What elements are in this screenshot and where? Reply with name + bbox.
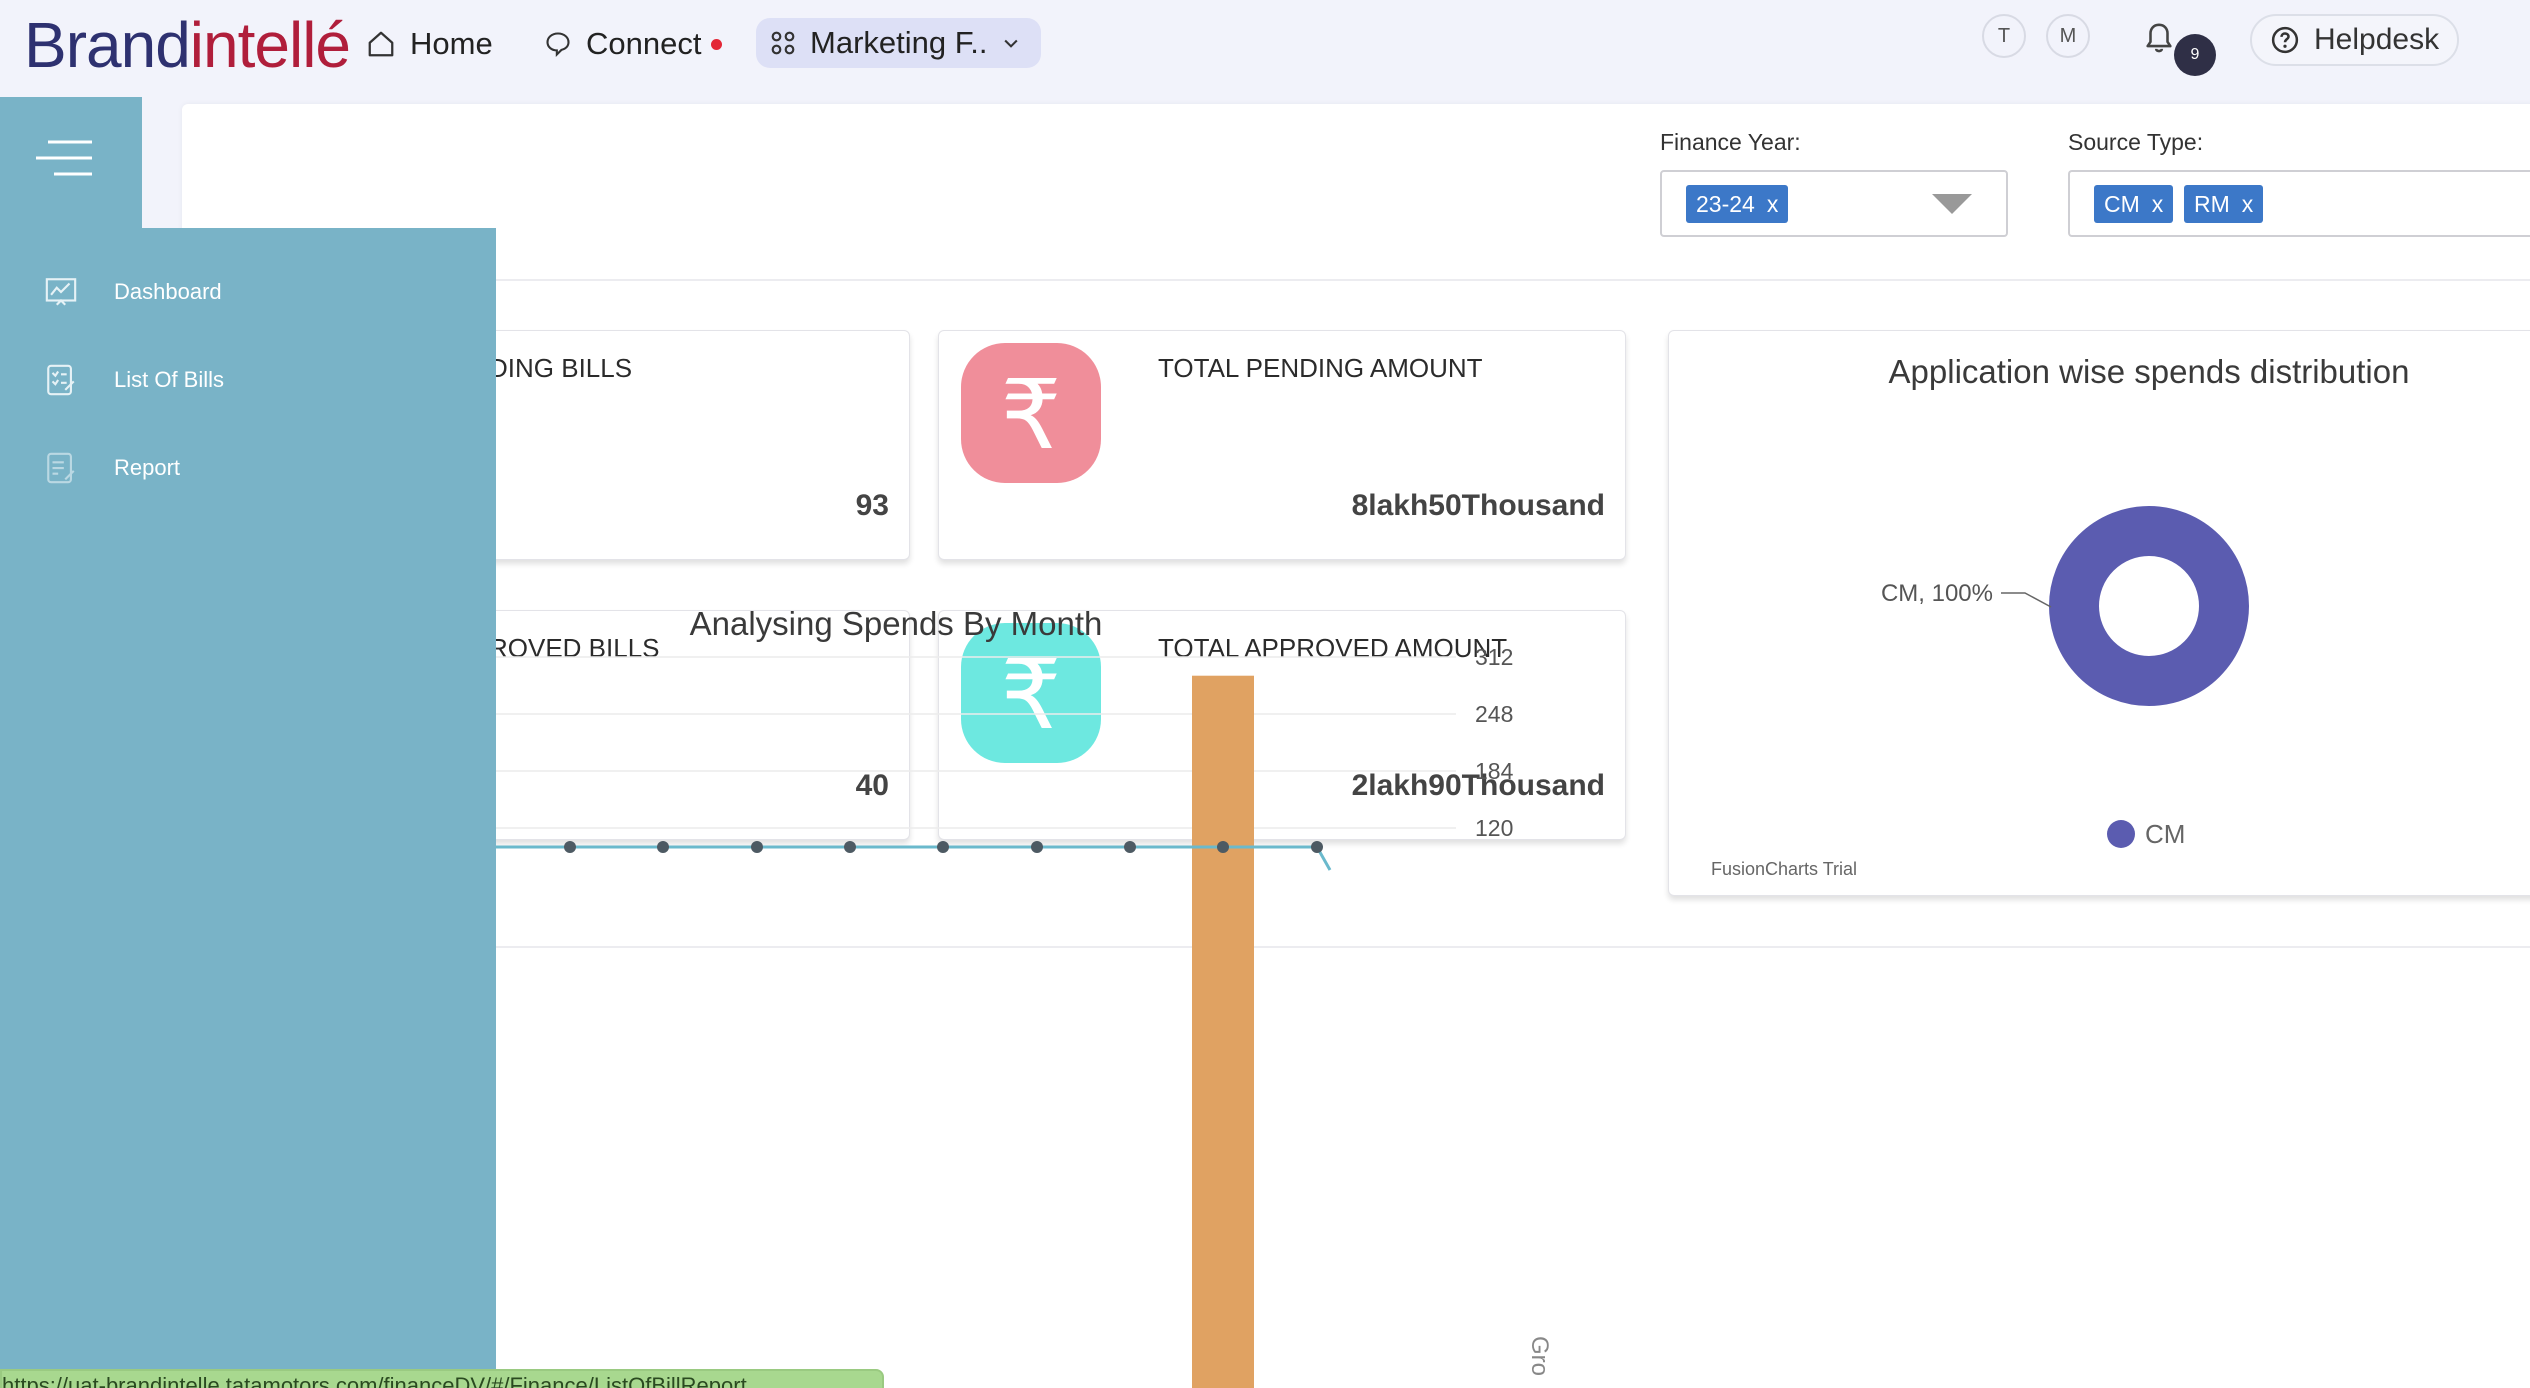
total-pending-title: TOTAL PENDING AMOUNT xyxy=(1158,353,1483,383)
chart-watermark: FusionCharts Trial xyxy=(1711,859,1857,879)
sidebar-toggle-button[interactable] xyxy=(0,97,142,229)
brand-logo-part2: intellé xyxy=(189,9,351,81)
approved-bills-title: ROVED BILLS xyxy=(489,633,660,663)
approved-bills-value: 40 xyxy=(855,769,889,802)
bill-list-icon xyxy=(47,364,75,396)
total-approved-title: TOTAL APPROVED AMOUNT xyxy=(1158,633,1508,663)
finance-year-tag-label: 23-24 xyxy=(1696,190,1755,217)
hamburger-menu-icon xyxy=(36,140,92,176)
connect-notification-dot xyxy=(711,38,723,50)
source-type-tag-label: RM xyxy=(2194,190,2230,217)
total-pending-amount-card[interactable]: ₹ TOTAL PENDING AMOUNT 8lakh50Thousand xyxy=(938,330,1626,560)
user-avatar-m[interactable]: M xyxy=(2046,14,2090,58)
pending-bills-value: 93 xyxy=(855,489,889,522)
source-type-select[interactable]: CM x RM x xyxy=(2068,170,2530,237)
finance-year-label: Finance Year: xyxy=(1660,129,1801,155)
question-circle-icon xyxy=(2271,26,2299,54)
finance-year-tag[interactable]: 23-24 x xyxy=(1686,185,1789,223)
tag-remove-button[interactable]: x xyxy=(2152,191,2164,218)
source-type-tag-rm[interactable]: RM x xyxy=(2184,185,2264,223)
report-icon xyxy=(47,452,75,484)
helpdesk-label: Helpdesk xyxy=(2314,23,2440,56)
pending-bills-title: DING BILLS xyxy=(489,353,633,383)
nav-home[interactable]: Home xyxy=(366,20,493,68)
application-spends-chart-card: Application wise spends distribution CM,… xyxy=(1668,330,2530,896)
bell-icon xyxy=(2146,23,2172,53)
donut-chart: Application wise spends distribution CM,… xyxy=(1711,353,2410,879)
nav-connect[interactable]: Connect xyxy=(544,20,723,68)
source-type-tag-cm[interactable]: CM x xyxy=(2094,185,2174,223)
rupee-symbol: ₹ xyxy=(1000,359,1062,471)
finance-year-select[interactable]: 23-24 x xyxy=(1660,170,2008,237)
rupee-symbol: ₹ xyxy=(1000,639,1062,751)
sidebar-item-list-of-bills[interactable]: List Of Bills xyxy=(44,360,224,400)
divider xyxy=(182,279,2530,281)
sidebar-item-report[interactable]: Report xyxy=(44,448,180,488)
brand-logo[interactable]: Brandintellé xyxy=(24,9,351,81)
browser-status-url: https://uat-brandintelle.tatamotors.com/… xyxy=(0,1369,884,1388)
tag-remove-button[interactable]: x xyxy=(1767,191,1779,218)
user-avatar-t[interactable]: T xyxy=(1982,14,2026,58)
total-pending-value: 8lakh50Thousand xyxy=(1351,489,1605,522)
tag-remove-button[interactable]: x xyxy=(2242,191,2254,218)
notification-count-badge: 9 xyxy=(2174,34,2216,76)
slice-label-leader-line xyxy=(2001,592,2052,608)
pie-slice-cm[interactable] xyxy=(2049,506,2249,706)
brand-logo-part1: Brand xyxy=(24,9,191,81)
legend-label[interactable]: CM xyxy=(2145,819,2185,849)
nav-marketing-label: Marketing F.. xyxy=(810,25,988,60)
sidebar-item-label: Dashboard xyxy=(114,279,222,304)
rupee-icon: ₹ xyxy=(961,343,1101,483)
total-approved-amount-card[interactable]: ₹ TOTAL APPROVED AMOUNT 2lakh90Thousand xyxy=(938,610,1626,840)
top-navbar: Brandintellé Home Connect Marketing F.. … xyxy=(0,0,2530,97)
sidebar-item-label: List Of Bills xyxy=(114,367,225,392)
sidebar-item-label: Report xyxy=(114,455,181,480)
chart-icon xyxy=(45,278,77,306)
slice-label: CM, 100% xyxy=(1881,580,1993,607)
grid-icon xyxy=(771,31,795,55)
source-type-label: Source Type: xyxy=(2068,129,2204,155)
rupee-icon: ₹ xyxy=(961,623,1101,763)
total-approved-value: 2lakh90Thousand xyxy=(1351,769,1605,802)
home-icon xyxy=(368,31,394,57)
notification-bell[interactable] xyxy=(2142,20,2176,63)
divider xyxy=(182,946,2530,948)
legend-marker[interactable] xyxy=(2107,820,2135,848)
helpdesk-button[interactable]: Helpdesk xyxy=(2250,14,2460,66)
nav-connect-label: Connect xyxy=(586,26,702,61)
chevron-down-icon xyxy=(1004,39,1019,48)
nav-home-label: Home xyxy=(410,26,493,61)
pie-chart-title: Application wise spends distribution xyxy=(1889,353,2410,390)
source-type-tag-label: CM xyxy=(2104,190,2140,217)
sidebar-item-dashboard[interactable]: Dashboard xyxy=(44,272,222,312)
dropdown-caret-icon[interactable] xyxy=(1932,194,1972,214)
sidebar-menu: Dashboard List Of Bills Report xyxy=(0,228,496,1388)
chat-bubble-icon xyxy=(546,32,570,58)
nav-marketing-dropdown[interactable]: Marketing F.. xyxy=(756,18,1042,68)
